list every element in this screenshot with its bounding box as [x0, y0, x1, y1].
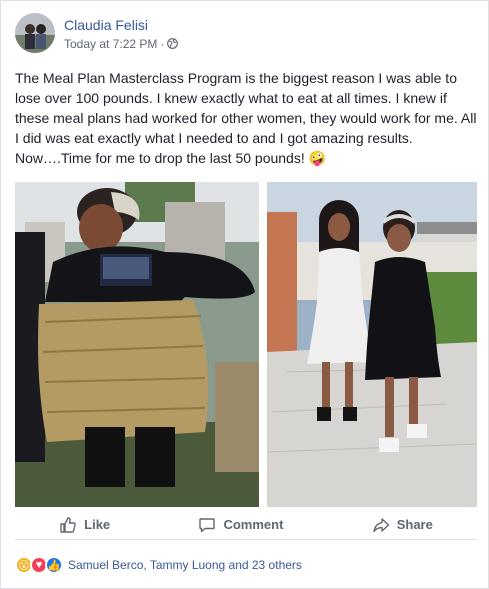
like-icon: 👍 — [45, 556, 63, 574]
share-label: Share — [396, 517, 433, 532]
reactions-bar[interactable]: 😮 ♥ 👍 Samuel Berco, Tammy Luong and 23 o… — [15, 554, 302, 576]
time-row: Today at 7:22 PM · — [64, 36, 179, 51]
like-label: Like — [84, 517, 111, 532]
post-meta: Claudia Felisi Today at 7:22 PM · — [64, 16, 179, 51]
like-button[interactable]: Like — [59, 516, 110, 534]
share-arrow-icon — [373, 517, 389, 532]
post-text: The Meal Plan Masterclass Program is the… — [15, 70, 477, 166]
avatar[interactable] — [15, 13, 55, 53]
photo-grid — [15, 182, 477, 507]
post-header: Claudia Felisi Today at 7:22 PM · — [15, 11, 179, 55]
thumbs-up-icon — [60, 516, 76, 533]
comment-label: Comment — [223, 517, 284, 532]
separator-dot: · — [160, 36, 165, 51]
globe-icon[interactable] — [167, 38, 179, 49]
comment-icon — [199, 517, 216, 532]
before-photo[interactable] — [15, 182, 259, 507]
after-photo[interactable] — [267, 182, 477, 507]
comment-button[interactable]: Comment — [198, 516, 283, 534]
post-timestamp[interactable]: Today at 7:22 PM — [64, 37, 157, 51]
share-button[interactable]: Share — [372, 516, 433, 534]
reaction-icons: 😮 ♥ 👍 — [15, 556, 63, 574]
post-card: Claudia Felisi Today at 7:22 PM · The Me… — [0, 0, 489, 589]
author-name[interactable]: Claudia Felisi — [64, 16, 178, 34]
reaction-names[interactable]: Samuel Berco, Tammy Luong and 23 others — [68, 558, 302, 572]
post-actions: Like Comment Share — [15, 510, 477, 540]
